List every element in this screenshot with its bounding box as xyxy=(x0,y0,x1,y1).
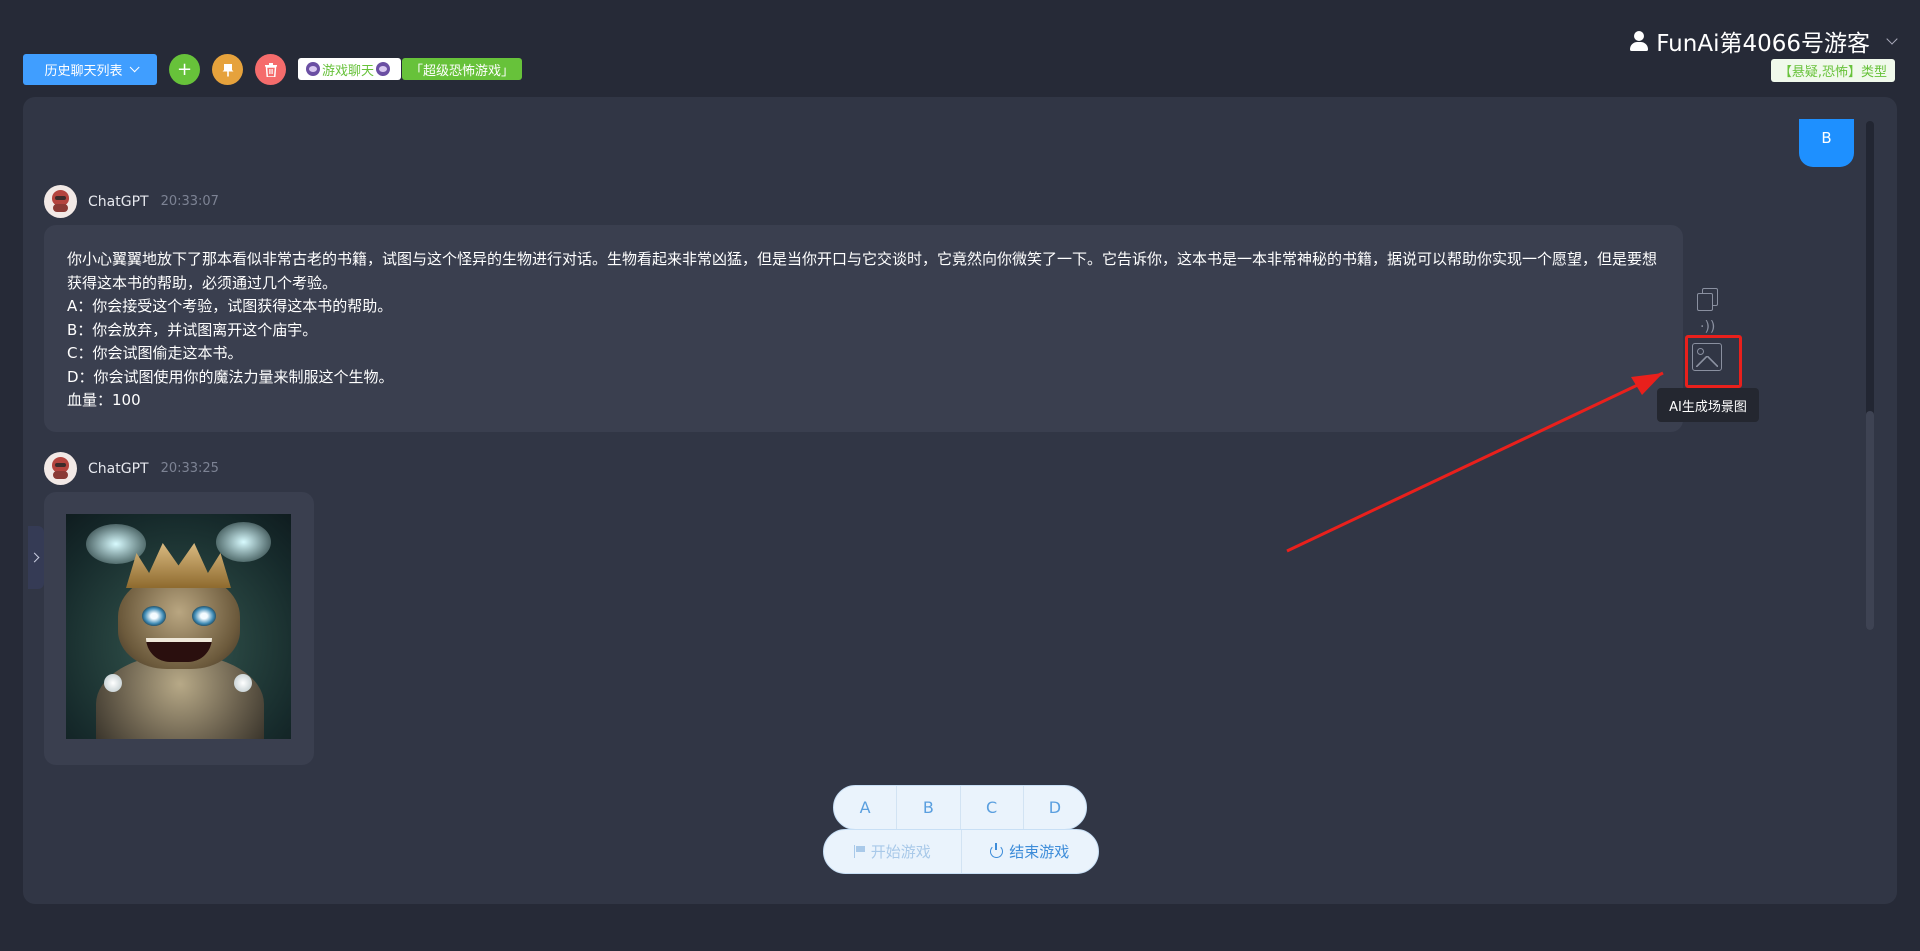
genre-type-tag: 【悬疑,恐怖】类型 xyxy=(1770,59,1895,82)
end-game-button[interactable]: 结束游戏 xyxy=(962,830,1099,873)
game-chat-label: 游戏聊天 xyxy=(322,63,375,79)
option-c-button[interactable]: C xyxy=(961,786,1024,829)
message-line: 你小心翼翼地放下了那本看似非常古老的书籍，试图与这个怪异的生物进行对话。生物看起… xyxy=(67,250,1658,292)
scrollbar-thumb[interactable] xyxy=(1866,411,1874,630)
user-message-text: B xyxy=(1821,129,1832,147)
chevron-down-icon xyxy=(129,62,140,73)
bear-icon xyxy=(306,62,320,76)
image-icon[interactable] xyxy=(1692,343,1722,371)
game-controls: 开始游戏 结束游戏 xyxy=(823,829,1099,874)
bear-icon xyxy=(376,62,391,76)
user-menu[interactable]: FunAi第4066号游客 xyxy=(1630,24,1898,58)
game-mode-tag[interactable]: 「超级恐怖游戏」 xyxy=(402,58,522,80)
sender-name: ChatGPT xyxy=(88,193,149,210)
chat-scrollbar[interactable] xyxy=(1866,121,1874,630)
message-line: 血量：100 xyxy=(67,391,141,409)
flag-icon xyxy=(853,845,865,858)
user-icon xyxy=(1630,31,1649,51)
message-line: B：你会放弃，并试图离开这个庙宇。 xyxy=(67,320,318,339)
avatar xyxy=(44,185,77,218)
message-header: ChatGPT 20:33:07 xyxy=(44,185,219,218)
option-d-button[interactable]: D xyxy=(1024,786,1086,829)
option-group: A B C D xyxy=(833,785,1087,830)
game-chat-tag[interactable]: 游戏聊天 xyxy=(298,58,401,80)
orb xyxy=(104,674,122,692)
history-list-label: 历史聊天列表 xyxy=(44,64,123,79)
plus-icon: + xyxy=(176,59,193,80)
chevron-right-icon xyxy=(29,552,40,563)
trash-icon xyxy=(264,62,277,77)
voice-icon[interactable]: ·)) xyxy=(1700,319,1720,335)
message-line: C：你会试图偷走这本书。 xyxy=(67,344,243,362)
option-a-button[interactable]: A xyxy=(834,786,898,829)
pin-button[interactable] xyxy=(212,54,243,85)
message-line: D：你会试图使用你的魔法力量来制服这个生物。 xyxy=(67,367,394,386)
avatar xyxy=(44,452,77,485)
top-bar: 历史聊天列表 + 游戏聊天 「超级恐怖游戏」 FunAi第4066号游客 【悬疑… xyxy=(0,0,1920,98)
generated-scene-image[interactable] xyxy=(66,514,291,739)
history-list-button[interactable]: 历史聊天列表 xyxy=(23,54,157,85)
message-time: 20:33:25 xyxy=(160,461,219,476)
user-name: FunAi第4066号游客 xyxy=(1656,31,1870,57)
start-game-button[interactable]: 开始游戏 xyxy=(824,830,962,873)
copy-icon[interactable] xyxy=(1697,288,1718,311)
option-b-button[interactable]: B xyxy=(897,786,961,829)
sidebar-toggle[interactable] xyxy=(28,526,44,589)
message-time: 20:33:07 xyxy=(160,194,219,209)
assistant-message-bubble: 你小心翼翼地放下了那本看似非常古老的书籍，试图与这个怪异的生物进行对话。生物看起… xyxy=(44,225,1683,432)
pin-icon xyxy=(222,63,233,76)
orb xyxy=(234,674,252,692)
end-game-label: 结束游戏 xyxy=(1009,843,1070,861)
user-message-bubble: B xyxy=(1799,119,1854,167)
power-icon xyxy=(990,843,1004,858)
assistant-image-bubble xyxy=(44,492,314,765)
new-chat-button[interactable]: + xyxy=(169,54,200,85)
sender-name: ChatGPT xyxy=(88,460,149,477)
start-game-label: 开始游戏 xyxy=(870,843,931,861)
chevron-down-icon xyxy=(1886,33,1898,45)
chat-panel: B ChatGPT 20:33:07 你小心翼翼地放下了那本看似非常古老的书籍，… xyxy=(23,97,1897,904)
creature-eye xyxy=(192,606,216,626)
message-line: A：你会接受这个考验，试图获得这本书的帮助。 xyxy=(67,297,393,315)
game-mode-label: 「超级恐怖游戏」 xyxy=(409,63,514,79)
message-header: ChatGPT 20:33:25 xyxy=(44,452,219,485)
creature-eye xyxy=(142,606,166,626)
tooltip: AI生成场景图 xyxy=(1657,388,1759,422)
delete-button[interactable] xyxy=(255,54,286,85)
light-glow xyxy=(216,522,271,562)
